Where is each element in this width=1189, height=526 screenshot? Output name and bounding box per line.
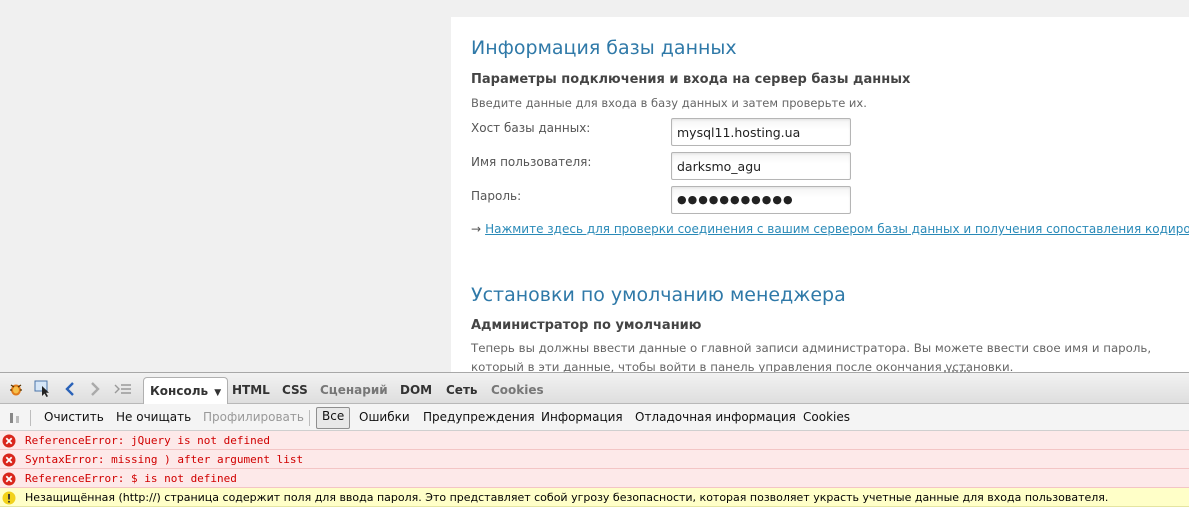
install-panel: Информация базы данных Параметры подключ… [451,17,1189,372]
filter-errors-button[interactable]: Ошибки [355,408,414,428]
arrow-icon: → [471,222,482,236]
firebug-panel: Консоль ▼ HTML CSS Сценарий DOM Сеть Coo… [0,370,1189,526]
test-connection-line: → Нажмите здесь для проверки соединения с… [471,222,1189,236]
firebug-tab-bar: Консоль ▼ HTML CSS Сценарий DOM Сеть Coo… [0,373,1189,405]
firebug-bug-icon[interactable] [7,380,25,398]
filter-warnings-button[interactable]: Предупреждения [419,408,539,428]
filter-cookies-button[interactable]: Cookies [799,408,854,428]
back-arrow-icon[interactable] [61,380,79,398]
db-section-subtitle: Параметры подключения и входа на сервер … [471,72,911,87]
test-connection-link[interactable]: Нажмите здесь для проверки соединения с … [485,222,1189,236]
console-toolbar: Очистить Не очищать Профилировать Все Ош… [0,404,1189,431]
profile-button[interactable]: Профилировать [199,408,308,428]
console-message-text: ReferenceError: jQuery is not defined [25,434,271,447]
tab-script[interactable]: Сценарий [314,377,394,404]
db-section-title: Информация базы данных [471,37,737,59]
db-section-description: Введите данные для входа в базу данных и… [471,96,867,110]
inspect-element-icon[interactable] [34,380,52,398]
warning-icon [2,491,16,505]
filter-all-button[interactable]: Все [316,407,351,429]
tab-html[interactable]: HTML [226,377,276,404]
console-message-text: SyntaxError: missing ) after argument li… [25,453,304,466]
filter-info-button[interactable]: Информация [537,408,627,428]
filter-debug-button[interactable]: Отладочная информация [631,408,800,428]
console-error-row[interactable]: ReferenceError: $ is not defined [0,469,1189,488]
pause-icon[interactable] [6,409,24,427]
host-label: Хост базы данных: [471,121,591,135]
tab-dom[interactable]: DOM [394,377,438,404]
toolbar-separator [309,410,310,426]
password-input[interactable]: ●●●●●●●●●●● [671,186,851,214]
tab-console[interactable]: Консоль ▼ [143,377,229,405]
password-label: Пароль: [471,189,522,203]
tab-cookies[interactable]: Cookies [485,377,550,404]
install-page: Информация базы данных Параметры подключ… [0,0,1189,372]
error-icon [2,453,16,467]
host-input[interactable]: mysql11.hosting.ua [671,118,851,146]
console-warning-row[interactable]: Незащищённая (http://) страница содержит… [0,488,1189,507]
console-error-row[interactable]: ReferenceError: jQuery is not defined [0,431,1189,450]
username-input[interactable]: darksmo_agu [671,152,851,180]
persist-button[interactable]: Не очищать [112,408,195,428]
tab-net[interactable]: Сеть [440,377,484,404]
tab-css[interactable]: CSS [276,377,314,404]
forward-arrow-icon[interactable] [86,380,104,398]
command-line-icon[interactable] [114,380,132,398]
error-icon [2,472,16,486]
error-icon [2,434,16,448]
manager-section-title: Установки по умолчанию менеджера [471,284,846,306]
tab-console-label: Консоль [150,384,209,398]
toolbar-separator [30,410,31,426]
chevron-down-icon[interactable]: ▼ [214,388,221,398]
console-error-row[interactable]: SyntaxError: missing ) after argument li… [0,450,1189,469]
manager-section-paragraph: Теперь вы должны ввести данные о главной… [471,341,1152,372]
username-label: Имя пользователя: [471,155,592,169]
console-message-text: ReferenceError: $ is not defined [25,472,237,485]
console-message-text: Незащищённая (http://) страница содержит… [25,491,1109,504]
manager-section-subtitle: Администратор по умолчанию [471,318,702,333]
clear-button[interactable]: Очистить [40,408,108,428]
